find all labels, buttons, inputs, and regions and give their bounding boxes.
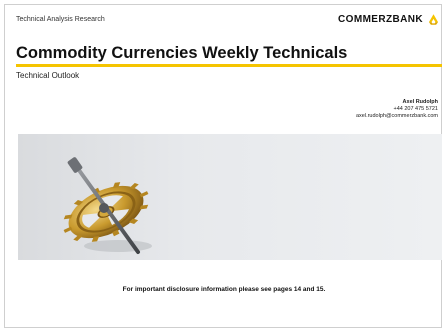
author-name: Axel Rudolph	[402, 99, 438, 105]
brand-logo: COMMERZBANK	[338, 13, 440, 26]
author-email: axel.rudolph@commerzbank.com	[355, 113, 438, 119]
disclosure-note: For important disclosure information ple…	[122, 286, 326, 293]
brand-wordmark: COMMERZBANK	[338, 14, 423, 25]
author-phone: +44 207 475 5721	[393, 106, 438, 112]
page-title: Commodity Currencies Weekly Technicals	[16, 44, 348, 62]
cover-photo	[18, 134, 442, 260]
author-block: Axel Rudolph +44 207 475 5721 axel.rudol…	[356, 99, 438, 120]
page-subtitle: Technical Outlook	[16, 71, 80, 80]
title-divider	[16, 64, 442, 67]
department-label: Technical Analysis Research	[16, 16, 105, 23]
gear-wheel-icon	[63, 157, 152, 254]
ribbon-logo-icon	[428, 14, 439, 25]
